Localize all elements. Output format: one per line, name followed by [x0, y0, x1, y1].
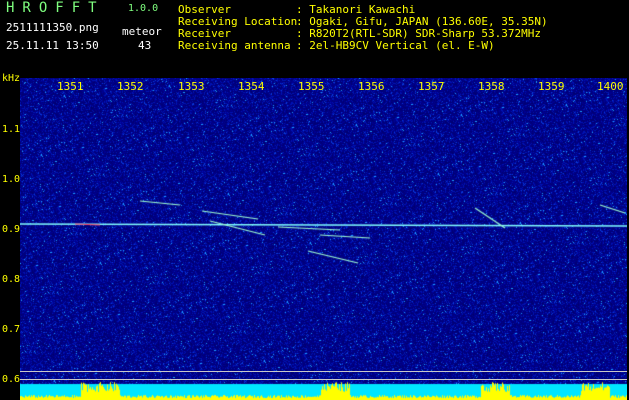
time-tick-1359: 1359 — [538, 80, 565, 93]
time-tick-1351: 1351 — [57, 80, 84, 93]
info-value-antenna: : 2el-HB9CV Vertical (el. E-W) — [296, 39, 495, 52]
freq-unit-label: kHz — [2, 73, 21, 84]
noise-band-bottom-line — [20, 379, 627, 380]
info-label-antenna: Receiving antenna — [178, 39, 291, 52]
time-tick-1355: 1355 — [298, 80, 325, 93]
freq-tick-1-1: 1.1 — [2, 124, 21, 135]
app-logo: HROFFT — [6, 0, 105, 16]
freq-tick-0-7: 0.7 — [2, 324, 21, 335]
freq-tick-0-9: 0.9 — [2, 224, 21, 235]
freq-tick-0-8: 0.8 — [2, 274, 21, 285]
noise-band-top-line — [20, 371, 627, 372]
freq-tick-0-6: 0.6 — [2, 374, 21, 385]
time-tick-1352: 1352 — [117, 80, 144, 93]
freq-tick-1-0: 1.0 — [2, 174, 21, 185]
file-datetime: 25.11.11 13:50 — [6, 39, 99, 52]
file-name: 2511111350.png — [6, 21, 99, 34]
meteor-count: 43 — [138, 39, 152, 52]
app-version: 1.0.0 — [128, 3, 159, 14]
time-tick-1400: 1400 — [597, 80, 624, 93]
spectrogram-canvas — [20, 78, 627, 400]
meteor-label: meteor — [122, 25, 162, 38]
time-tick-1356: 1356 — [358, 80, 385, 93]
time-tick-1354: 1354 — [238, 80, 265, 93]
time-tick-1353: 1353 — [178, 80, 205, 93]
time-tick-1358: 1358 — [478, 80, 505, 93]
time-tick-1357: 1357 — [418, 80, 445, 93]
